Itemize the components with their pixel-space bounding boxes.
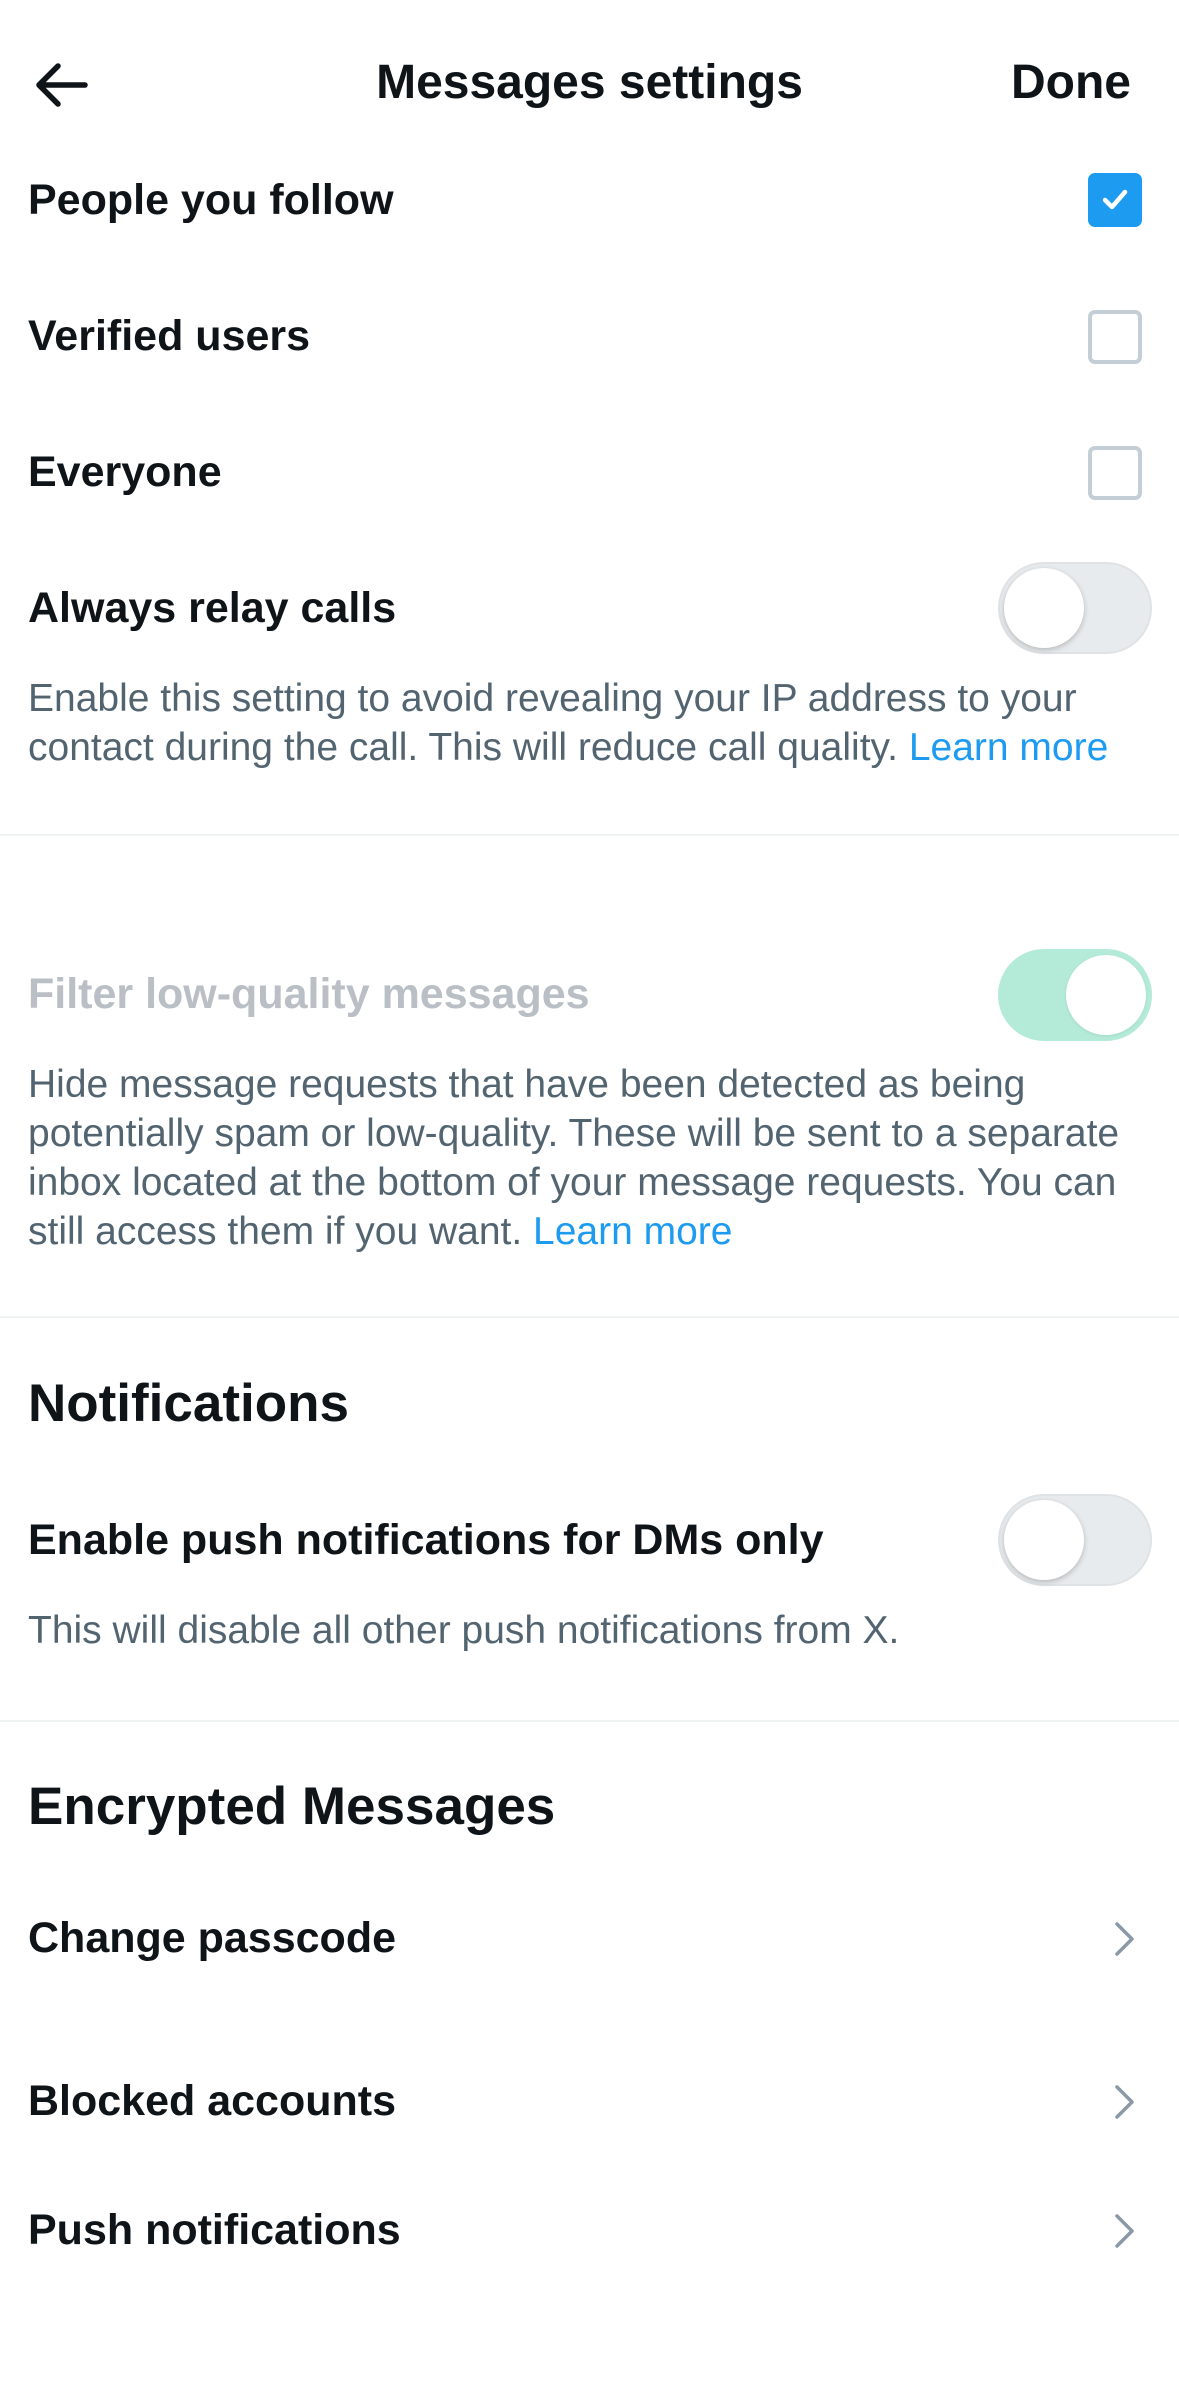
push-dms-only-toggle[interactable]: [998, 1494, 1152, 1586]
relay-calls-description: Enable this setting to avoid revealing y…: [28, 674, 1148, 772]
push-dms-only-label: Enable push notifications for DMs only: [28, 1516, 824, 1564]
option-label-verified-users: Verified users: [28, 312, 311, 360]
nav-row-push-notifications[interactable]: Push notifications: [0, 2175, 1179, 2285]
toggle-knob: [1004, 568, 1084, 648]
divider: [0, 1316, 1179, 1318]
chevron-right-icon: [1115, 2214, 1134, 2248]
section-heading-encrypted-messages: Encrypted Messages: [28, 1777, 556, 1836]
relay-calls-label: Always relay calls: [28, 584, 397, 632]
page-title: Messages settings: [376, 56, 803, 109]
filter-description: Hide message requests that have been det…: [28, 1060, 1148, 1256]
done-button[interactable]: Done: [1011, 50, 1131, 116]
relay-calls-learn-more-link[interactable]: Learn more: [909, 726, 1108, 769]
nav-row-label: Change passcode: [28, 1914, 396, 1962]
relay-calls-toggle[interactable]: [998, 562, 1152, 654]
nav-row-blocked-accounts[interactable]: Blocked accounts: [0, 2046, 1179, 2156]
section-heading-notifications: Notifications: [28, 1374, 349, 1433]
push-dms-only-description: This will disable all other push notific…: [28, 1609, 900, 1652]
chevron-right-icon: [1115, 2085, 1134, 2119]
checkbox-verified-users[interactable]: [1088, 310, 1142, 364]
toggle-knob: [1004, 1500, 1084, 1580]
checkbox-people-you-follow[interactable]: [1088, 173, 1142, 227]
nav-row-change-passcode[interactable]: Change passcode: [0, 1883, 1179, 1993]
chevron-right-icon: [1115, 1922, 1134, 1956]
nav-row-label: Blocked accounts: [28, 2077, 396, 2125]
option-label-people-you-follow: People you follow: [28, 176, 394, 224]
nav-row-label: Push notifications: [28, 2206, 401, 2254]
checkmark-icon: [1102, 189, 1128, 210]
divider: [0, 1720, 1179, 1722]
header-bar: Messages settings Done: [0, 0, 1179, 160]
checkbox-everyone[interactable]: [1088, 446, 1142, 500]
filter-low-quality-label: Filter low-quality messages: [28, 970, 590, 1018]
filter-low-quality-toggle[interactable]: [998, 949, 1152, 1041]
toggle-knob: [1066, 955, 1146, 1035]
divider: [0, 834, 1179, 836]
option-label-everyone: Everyone: [28, 448, 222, 496]
filter-learn-more-link[interactable]: Learn more: [533, 1210, 732, 1253]
